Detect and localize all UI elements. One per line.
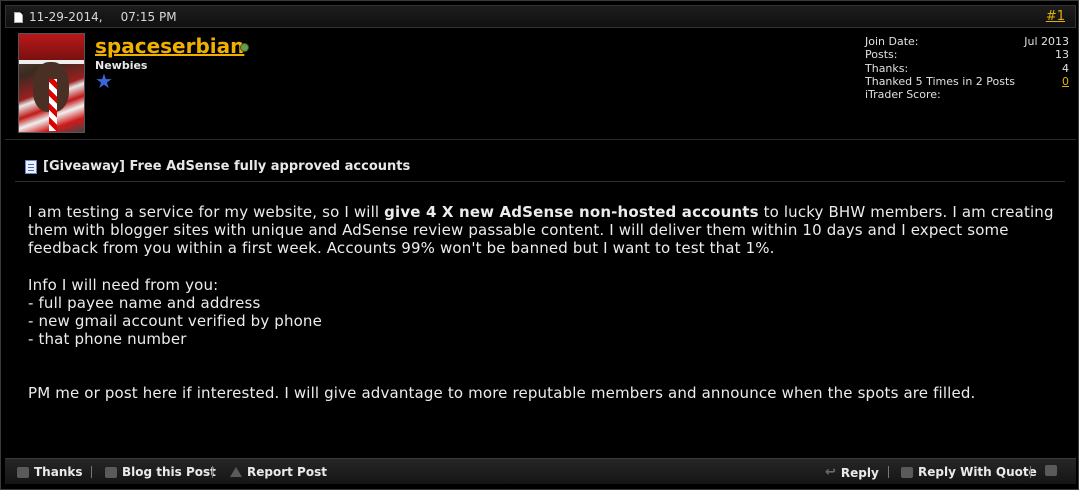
page-icon bbox=[25, 159, 37, 174]
post-header: 11-29-2014, 07:15 PM #1 bbox=[5, 5, 1076, 28]
blog-icon bbox=[105, 466, 117, 478]
user-stats: Join Date: Jul 2013 Posts: 13 Thanks: 4 Tha… bbox=[865, 35, 1069, 101]
itrader-score-link[interactable]: 0 bbox=[1062, 75, 1069, 88]
user-info: spaceserbian Newbies ★ Join Date: Jul 201… bbox=[5, 29, 1076, 140]
warning-icon bbox=[230, 467, 242, 477]
post-message: I am testing a service for my website, s… bbox=[28, 203, 1058, 403]
post-title-text: [Giveaway] Free AdSense fully approved a… bbox=[43, 159, 411, 174]
report-post-button[interactable]: Report Post bbox=[230, 465, 327, 479]
post-date: 11-29-2014, 07:15 PM bbox=[14, 10, 177, 24]
forum-post: 11-29-2014, 07:15 PM #1 spaceserbian New… bbox=[0, 0, 1079, 490]
post-date-text: 11-29-2014, bbox=[29, 10, 103, 24]
footer-divider bbox=[212, 466, 213, 478]
stat-join-date: Join Date: Jul 2013 bbox=[865, 35, 1069, 48]
reply-with-quote-button[interactable]: Reply With Quote bbox=[901, 465, 1037, 479]
closing-paragraph: PM me or post here if interested. I will… bbox=[28, 384, 976, 403]
reply-arrow-icon: ↩ bbox=[825, 465, 836, 480]
stat-thanked: Thanked 5 Times in 2 Posts 0 bbox=[865, 74, 1069, 88]
username-link[interactable]: spaceserbian bbox=[95, 34, 244, 58]
title-divider bbox=[15, 181, 1065, 182]
multi-quote-button[interactable] bbox=[1045, 465, 1057, 476]
multi-quote-icon bbox=[1045, 465, 1057, 476]
post-title: [Giveaway] Free AdSense fully approved a… bbox=[25, 159, 410, 174]
blog-post-button[interactable]: Blog this Post bbox=[105, 465, 216, 479]
footer-divider bbox=[1030, 466, 1031, 478]
quote-bubble-icon bbox=[901, 466, 913, 478]
stat-itrader: iTrader Score: bbox=[865, 88, 941, 102]
info-item: - full payee name and address bbox=[28, 293, 261, 312]
stat-posts: Posts: 13 bbox=[865, 48, 1069, 62]
footer-divider bbox=[888, 466, 889, 478]
document-icon bbox=[14, 11, 23, 23]
thumbs-up-icon bbox=[17, 466, 29, 478]
rank-star-icon: ★ bbox=[95, 69, 113, 93]
avatar[interactable] bbox=[18, 33, 85, 133]
stat-thanks: Thanks: 4 bbox=[865, 61, 1069, 75]
message-paragraph: I am testing a service for my website, s… bbox=[28, 203, 1054, 258]
thanks-button[interactable]: Thanks bbox=[17, 465, 83, 479]
online-status-icon bbox=[240, 43, 249, 52]
post-footer: Thanks Blog this Post Report Post ↩ Repl… bbox=[5, 458, 1076, 484]
post-time-text: 07:15 PM bbox=[120, 10, 177, 24]
post-number-link[interactable]: #1 bbox=[1046, 9, 1065, 24]
info-item: - that phone number bbox=[28, 330, 187, 349]
info-heading: Info I will need from you: bbox=[28, 275, 219, 294]
footer-divider bbox=[91, 466, 92, 478]
info-item: - new gmail account verified by phone bbox=[28, 312, 322, 331]
message-bold-text: give 4 X new AdSense non-hosted accounts bbox=[384, 203, 759, 221]
post-body: [Giveaway] Free AdSense fully approved a… bbox=[5, 141, 1076, 457]
reply-button[interactable]: ↩ Reply bbox=[825, 465, 879, 480]
